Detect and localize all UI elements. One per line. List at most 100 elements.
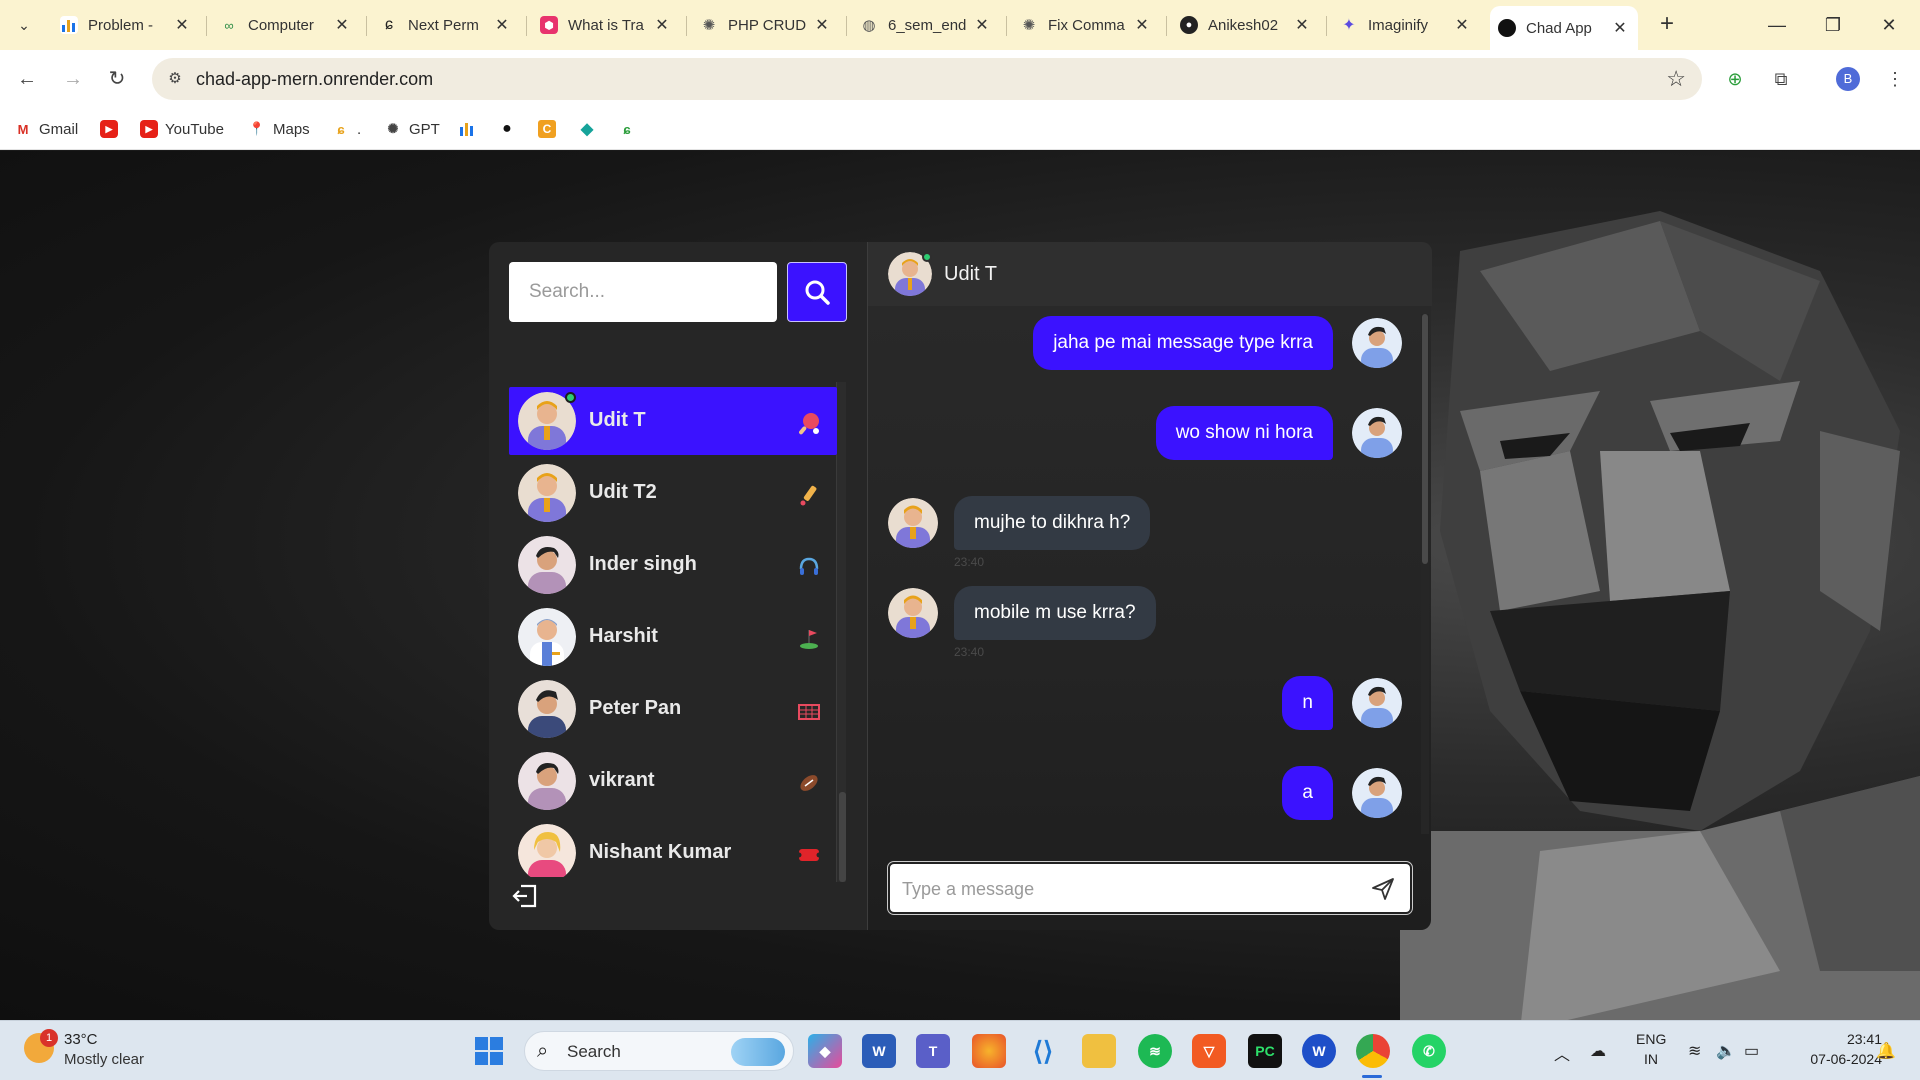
clock-date[interactable]: 07-06-2024 <box>1786 1051 1882 1067</box>
language-label[interactable]: ENG <box>1636 1031 1666 1047</box>
weather-temperature[interactable]: 33°C <box>64 1031 98 1048</box>
clock-time[interactable]: 23:41 <box>1832 1031 1882 1047</box>
message-bubble-sent: wo show ni hora <box>1155 406 1333 460</box>
site-info-icon[interactable]: ⚙ <box>164 68 186 90</box>
tab-what-is[interactable]: ⬢ What is Tra ✕ <box>532 8 680 42</box>
copilot-icon[interactable]: ◆ <box>808 1034 842 1068</box>
tab-6-sem[interactable]: ◍ 6_sem_end ✕ <box>852 8 1000 42</box>
close-tab-icon[interactable]: ✕ <box>172 15 192 35</box>
bookmark-gpt[interactable]: ✺ GPT <box>384 118 440 140</box>
restore-icon[interactable]: ❐ <box>1810 8 1856 42</box>
minimize-icon[interactable]: — <box>1754 8 1800 42</box>
teams-icon[interactable]: T <box>916 1034 950 1068</box>
back-icon[interactable]: ← <box>10 62 44 96</box>
region-label[interactable]: IN <box>1644 1051 1658 1067</box>
tab-title: Chad App <box>1526 19 1592 37</box>
close-tab-icon[interactable]: ✕ <box>972 15 992 35</box>
omnibox[interactable]: ⚙ chad-app-mern.onrender.com ☆ <box>152 58 1702 100</box>
address-bar: ← → ↻ ⚙ chad-app-mern.onrender.com ☆ ⊕ ⧉… <box>0 50 1920 108</box>
message-bubble-sent: n <box>1282 676 1333 730</box>
reload-icon[interactable]: ↻ <box>100 62 134 96</box>
extensions-puzzle-icon[interactable]: ⧉ <box>1768 66 1794 92</box>
tab-fix-comma[interactable]: ✺ Fix Comma ✕ <box>1012 8 1160 42</box>
contacts-scrollbar-thumb[interactable] <box>839 792 846 882</box>
profile-avatar[interactable]: B <box>1836 67 1860 91</box>
search-input[interactable] <box>509 262 777 322</box>
bookmark-gmail[interactable]: M Gmail <box>14 118 79 140</box>
tab-next-perm[interactable]: ɕ Next Perm ✕ <box>372 8 520 42</box>
wifi-icon[interactable]: ≋ <box>1688 1041 1701 1061</box>
bookmark-analytics[interactable] <box>458 118 483 140</box>
search-button[interactable] <box>787 262 847 322</box>
firefox-icon[interactable] <box>972 1034 1006 1068</box>
tab-imaginify[interactable]: ✦ Imaginify ✕ <box>1332 8 1480 42</box>
bookmark-maps[interactable]: 📍 Maps <box>248 118 310 140</box>
bookmark-youtube[interactable]: ▶ YouTube <box>140 118 224 140</box>
kebab-menu-icon[interactable]: ⋮ <box>1882 66 1908 92</box>
file-explorer-icon[interactable] <box>1082 1034 1116 1068</box>
close-tab-icon[interactable]: ✕ <box>652 15 672 35</box>
taskbar-search[interactable]: ⌕ Search <box>524 1031 794 1071</box>
message-input[interactable] <box>902 876 1362 902</box>
contact-udit-t2[interactable]: Udit T2 <box>509 459 837 527</box>
word-icon[interactable]: W <box>862 1034 896 1068</box>
close-window-icon[interactable]: ✕ <box>1866 8 1912 42</box>
message-composer <box>888 862 1412 914</box>
bookmark-diamond[interactable]: ◆ <box>578 118 603 140</box>
battery-icon[interactable]: ▭ <box>1744 1041 1759 1061</box>
brave-icon[interactable]: ▽ <box>1192 1034 1226 1068</box>
notification-bell-icon[interactable]: 🔔 <box>1876 1041 1896 1061</box>
bookmark-codechef[interactable]: C <box>538 118 563 140</box>
tab-computer[interactable]: ∞ Computer ✕ <box>212 8 360 42</box>
whatsapp-icon[interactable]: ✆ <box>1412 1034 1446 1068</box>
url-text[interactable]: chad-app-mern.onrender.com <box>196 69 433 90</box>
vscode-icon[interactable]: ⟨⟩ <box>1026 1034 1060 1068</box>
green-logo-icon: ɕ <box>623 121 631 137</box>
close-tab-icon[interactable]: ✕ <box>1292 15 1312 35</box>
extension-plus-icon[interactable]: ⊕ <box>1722 66 1748 92</box>
contact-harshit[interactable]: Harshit <box>509 603 837 671</box>
new-tab-button[interactable]: + <box>1652 10 1682 40</box>
volume-icon[interactable]: 🔈 <box>1716 1041 1736 1061</box>
close-tab-icon[interactable]: ✕ <box>812 15 832 35</box>
close-tab-icon[interactable]: ✕ <box>332 15 352 35</box>
chat-scrollbar-thumb[interactable] <box>1422 314 1428 564</box>
chrome-icon[interactable] <box>1356 1034 1390 1068</box>
close-tab-icon[interactable]: ✕ <box>1132 15 1152 35</box>
spotify-icon[interactable]: ≋ <box>1138 1034 1172 1068</box>
logout-icon[interactable] <box>511 882 539 910</box>
tab-title: Computer <box>248 16 314 34</box>
tab-problem[interactable]: Problem - ✕ <box>52 8 200 42</box>
close-tab-icon[interactable]: ✕ <box>492 15 512 35</box>
tab-search-chevron-icon[interactable]: ⌄ <box>8 10 40 40</box>
windows-start-icon[interactable] <box>474 1036 504 1066</box>
close-tab-icon[interactable]: ✕ <box>1610 18 1630 38</box>
bookmark-github[interactable]: ● <box>498 118 523 140</box>
contact-nishant-kumar[interactable]: Nishant Kumar <box>509 819 837 877</box>
headset-icon <box>797 555 821 579</box>
word-alt-icon[interactable]: W <box>1302 1034 1336 1068</box>
avatar <box>518 752 576 810</box>
contact-udit-t[interactable]: Udit T <box>509 387 837 455</box>
onedrive-cloud-icon[interactable]: ☁ <box>1590 1041 1606 1061</box>
pycharm-icon[interactable]: PC <box>1248 1034 1282 1068</box>
contact-name: Nishant Kumar <box>589 841 732 863</box>
bookmark-leetcode[interactable]: ɕ . <box>332 118 361 140</box>
tab-anikesh[interactable]: ● Anikesh02 ✕ <box>1172 8 1320 42</box>
tab-chad-app[interactable]: Chad App ✕ <box>1490 6 1638 50</box>
bookmark-green-c[interactable]: ɕ <box>618 118 643 140</box>
bookmark-star-icon[interactable]: ☆ <box>1666 66 1686 92</box>
contact-vikrant[interactable]: vikrant <box>509 747 837 815</box>
weather-description[interactable]: Mostly clear <box>64 1051 144 1068</box>
bookmark-youtube-icon-only[interactable]: ▶ <box>100 118 125 140</box>
avatar <box>888 498 938 548</box>
chevron-up-icon[interactable]: ︿ <box>1554 1041 1570 1065</box>
search-icon: ⌕ <box>537 1040 549 1062</box>
contact-inder-singh[interactable]: Inder singh <box>509 531 837 599</box>
forward-icon[interactable]: → <box>56 62 90 96</box>
active-app-indicator <box>1362 1075 1382 1078</box>
contact-peter-pan[interactable]: Peter Pan <box>509 675 837 743</box>
tab-php-crud[interactable]: ✺ PHP CRUD ✕ <box>692 8 840 42</box>
close-tab-icon[interactable]: ✕ <box>1452 15 1472 35</box>
send-icon[interactable] <box>1370 876 1396 902</box>
